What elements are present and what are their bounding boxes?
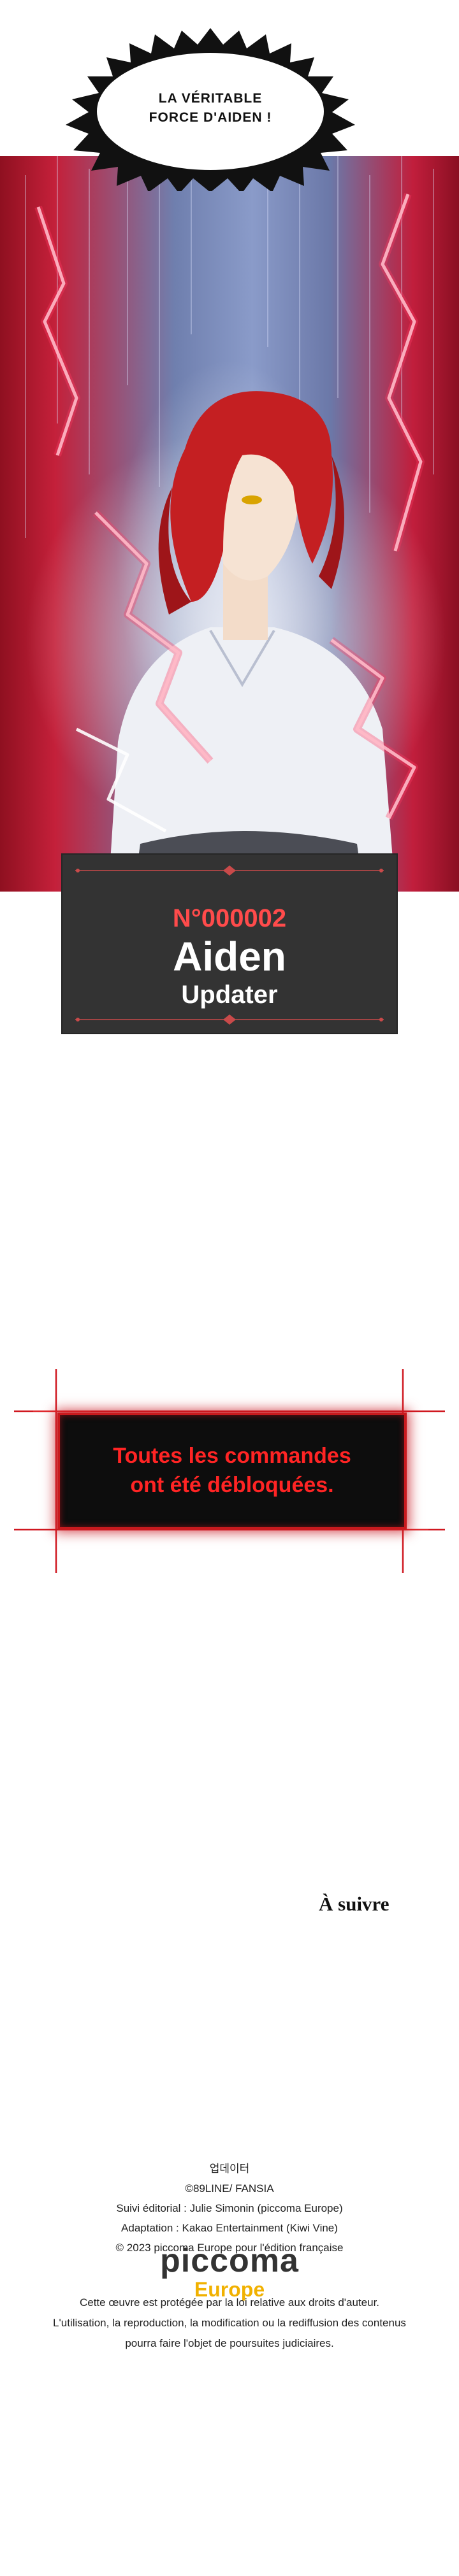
- legal-line: Cette œuvre est protégée par la loi rela…: [79, 2296, 380, 2309]
- logo-name: piccoma: [160, 2242, 299, 2279]
- legal-line: pourra faire l'objet de poursuites judic…: [125, 2337, 334, 2349]
- credit-line: ©89LINE/ FANSIA: [185, 2182, 274, 2195]
- card-bottom-ornament: [75, 1014, 384, 1025]
- to-be-continued: À suivre: [319, 1893, 390, 1915]
- system-message-box: Toutes les commandes ont été débloquées.: [57, 1413, 407, 1530]
- card-top-ornament: [75, 865, 384, 876]
- system-message-text: Toutes les commandes ont été débloquées.: [113, 1444, 351, 1497]
- credit-line: Suivi éditorial : Julie Simonin (piccoma…: [116, 2202, 343, 2214]
- legal-line: L'utilisation, la reproduction, la modif…: [53, 2317, 406, 2329]
- status-class: Updater: [181, 981, 278, 1009]
- comic-panel-aiden: [0, 156, 459, 892]
- credit-line: Adaptation : Kakao Entertainment (Kiwi V…: [121, 2222, 338, 2234]
- system-window: Toutes les commandes ont été débloquées.: [14, 1369, 445, 1573]
- speech-bubble: LA VÉRITABLE FORCE D'AIDEN !: [61, 25, 360, 191]
- speech-text: LA VÉRITABLE FORCE D'AIDEN !: [149, 90, 272, 125]
- credit-line: 업데이터: [209, 2163, 250, 2175]
- status-card: N°000002 Aiden Updater: [62, 855, 397, 1033]
- status-number: N°000002: [172, 904, 287, 932]
- status-name: Aiden: [173, 934, 286, 979]
- legal-notice: Cette œuvre est protégée par la loi rela…: [0, 2293, 459, 2354]
- panel-artwork: [25, 156, 446, 892]
